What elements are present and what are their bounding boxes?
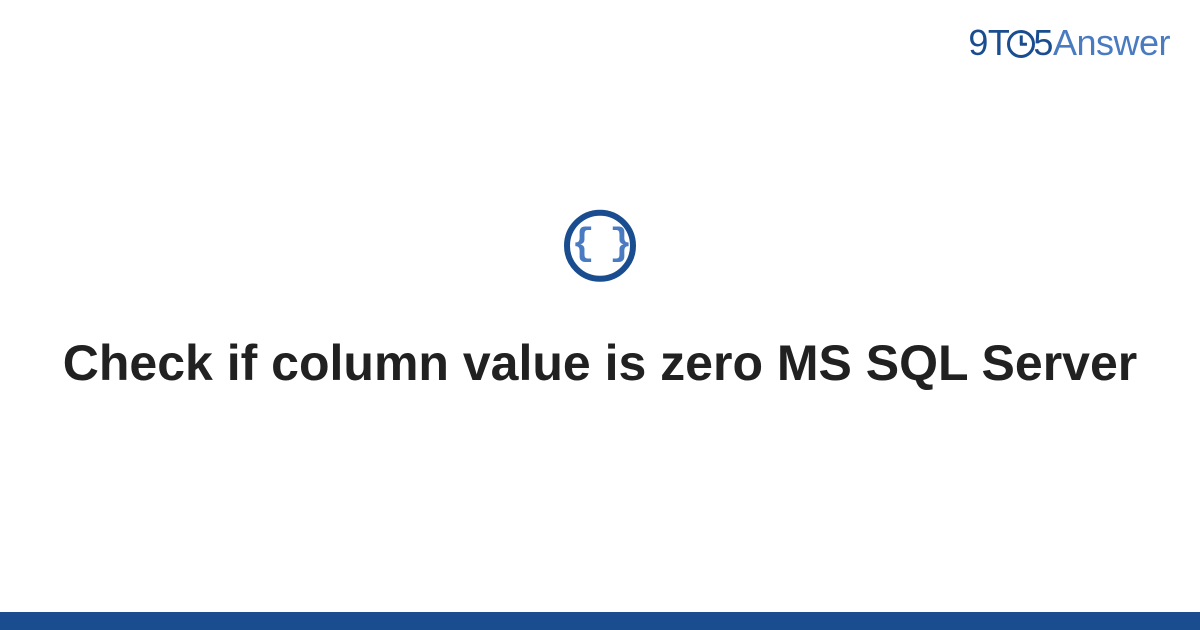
logo-text-answer: Answer	[1053, 22, 1170, 63]
category-icon-circle: { }	[564, 210, 636, 282]
logo-text-9t: 9T	[968, 22, 1009, 63]
site-logo: 9T 5Answer	[968, 22, 1170, 64]
code-braces-icon: { }	[572, 226, 628, 264]
page-title: Check if column value is zero MS SQL Ser…	[0, 332, 1200, 395]
logo-text-5: 5	[1033, 22, 1053, 63]
footer-bar	[0, 612, 1200, 630]
main-content: { } Check if column value is zero MS SQL…	[0, 210, 1200, 395]
clock-icon	[1007, 30, 1035, 58]
